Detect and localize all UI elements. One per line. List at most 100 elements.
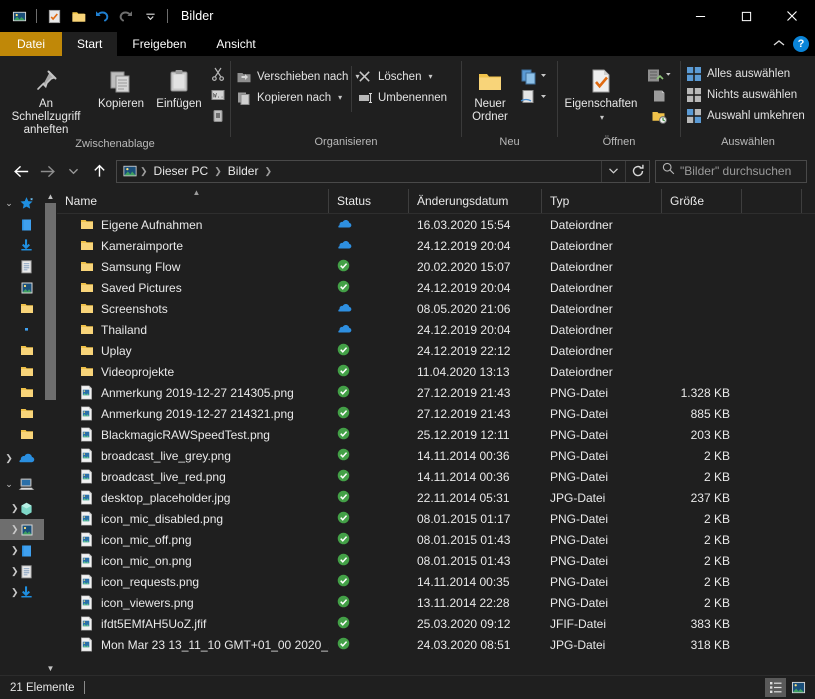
collapse-ribbon-icon[interactable] xyxy=(773,38,785,50)
table-row[interactable]: icon_mic_on.png 08.01.2015 01:43 PNG-Datei… xyxy=(57,550,815,571)
table-row[interactable]: Screenshots 08.05.2020 21:06 Dateiordner xyxy=(57,298,815,319)
table-row[interactable]: Videoprojekte 11.04.2020 13:13 Dateiordner xyxy=(57,361,815,382)
scroll-up-arrow-icon[interactable]: ▲ xyxy=(44,189,57,203)
table-row[interactable]: icon_mic_disabled.png 08.01.2015 01:17 PNG… xyxy=(57,508,815,529)
cell-name[interactable]: icon_viewers.png xyxy=(57,595,329,611)
nav-item-folder[interactable] xyxy=(0,382,44,403)
table-row[interactable]: ifdt5EMfAH5UoZ.jfif 25.03.2020 09:12 JFIF-… xyxy=(57,613,815,634)
address-dropdown-button[interactable] xyxy=(601,160,625,182)
table-row[interactable]: icon_requests.png 14.11.2014 00:35 PNG-Dat… xyxy=(57,571,815,592)
cell-name[interactable]: Mon Mar 23 13_11_10 GMT+01_00 2020_... xyxy=(57,637,329,653)
table-row[interactable]: icon_mic_off.png 08.01.2015 01:43 PNG-Date… xyxy=(57,529,815,550)
cell-name[interactable]: Screenshots xyxy=(57,301,329,317)
cut-icon[interactable] xyxy=(208,64,228,84)
chevron-down-icon[interactable]: ⌄ xyxy=(0,198,18,209)
cell-name[interactable]: icon_mic_disabled.png xyxy=(57,511,329,527)
tab-start[interactable]: Start xyxy=(62,32,118,56)
chevron-right-icon[interactable]: ❯ xyxy=(0,453,18,464)
table-row[interactable]: Kameraimporte 24.12.2019 20:04 Dateiordner xyxy=(57,235,815,256)
tab-freigeben[interactable]: Freigeben xyxy=(117,32,201,56)
cell-name[interactable]: Eigene Aufnahmen xyxy=(57,217,329,233)
cell-name[interactable]: icon_mic_on.png xyxy=(57,553,329,569)
maximize-button[interactable] xyxy=(723,0,769,32)
chevron-right-icon[interactable]: ❯ xyxy=(0,545,19,556)
large-icons-view-button[interactable] xyxy=(788,678,809,697)
table-row[interactable]: broadcast_live_red.png 14.11.2014 00:36 PN… xyxy=(57,466,815,487)
tab-datei[interactable]: Datei xyxy=(0,32,63,56)
nav-item-folder-small[interactable] xyxy=(0,319,44,340)
nav-item-documents-pc[interactable]: ❯ xyxy=(0,561,44,582)
breadcrumb-separator[interactable]: ❯ xyxy=(139,166,149,177)
nav-item-folder[interactable] xyxy=(0,361,44,382)
table-row[interactable]: BlackmagicRAWSpeedTest.png 25.12.2019 12:… xyxy=(57,424,815,445)
nav-item-onedrive[interactable]: ❯ xyxy=(0,445,44,471)
edit-icon[interactable] xyxy=(649,86,669,106)
pictures-library-icon[interactable] xyxy=(8,5,30,27)
nav-item-quick-access[interactable]: ⌄ xyxy=(0,193,44,214)
chevron-down-icon[interactable]: ▾ xyxy=(600,111,604,124)
details-view-button[interactable] xyxy=(765,678,786,697)
forward-button[interactable] xyxy=(34,158,60,184)
nav-item-pictures-selected[interactable]: ❯ xyxy=(0,519,44,540)
nav-item-pictures[interactable] xyxy=(0,277,44,298)
column-header-extra[interactable] xyxy=(742,189,802,213)
open-with-icon[interactable] xyxy=(644,65,674,85)
table-row[interactable]: Anmerkung 2019-12-27 214321.png 27.12.201… xyxy=(57,403,815,424)
rename-button[interactable]: Umbenennen xyxy=(352,87,457,108)
nav-item-folder[interactable] xyxy=(0,340,44,361)
table-row[interactable]: Samsung Flow 20.02.2020 15:07 Dateiordner xyxy=(57,256,815,277)
chevron-right-icon[interactable]: ❯ xyxy=(0,503,19,514)
select-all-button[interactable]: Alles auswählen xyxy=(681,63,811,84)
nav-item-onedrive-pc[interactable]: ❯ xyxy=(0,540,44,561)
undo-icon[interactable] xyxy=(91,5,113,27)
table-row[interactable]: Saved Pictures 24.12.2019 20:04 Dateiordne… xyxy=(57,277,815,298)
cell-name[interactable]: icon_mic_off.png xyxy=(57,532,329,548)
move-to-button[interactable]: Verschieben nach ▾ xyxy=(231,66,359,87)
column-header-name[interactable]: ▲ Name xyxy=(57,188,329,213)
help-button[interactable]: ? xyxy=(793,36,809,52)
back-button[interactable] xyxy=(8,158,34,184)
cell-name[interactable]: Anmerkung 2019-12-27 214321.png xyxy=(57,406,329,422)
select-none-button[interactable]: Nichts auswählen xyxy=(681,84,811,105)
paste-button[interactable]: Einfügen xyxy=(150,62,208,111)
easy-access-icon[interactable] xyxy=(518,87,550,107)
column-header-size[interactable]: Größe xyxy=(662,189,742,213)
invert-selection-button[interactable]: Auswahl umkehren xyxy=(681,105,811,126)
search-input[interactable]: "Bilder" durchsuchen xyxy=(680,164,791,178)
minimize-button[interactable] xyxy=(677,0,723,32)
history-icon[interactable] xyxy=(649,107,669,127)
table-row[interactable]: desktop_placeholder.jpg 22.11.2014 05:31 J… xyxy=(57,487,815,508)
customize-quick-access-caret-icon[interactable] xyxy=(139,5,161,27)
table-row[interactable]: Anmerkung 2019-12-27 214305.png 27.12.201… xyxy=(57,382,815,403)
properties-icon[interactable] xyxy=(43,5,65,27)
search-box[interactable]: "Bilder" durchsuchen xyxy=(655,159,807,183)
cell-name[interactable]: broadcast_live_red.png xyxy=(57,469,329,485)
column-header-date[interactable]: Änderungsdatum xyxy=(409,189,542,213)
nav-item-folder[interactable] xyxy=(0,298,44,319)
close-button[interactable] xyxy=(769,0,815,32)
breadcrumb-dieser-pc[interactable]: Dieser PC xyxy=(149,164,214,178)
breadcrumb-separator[interactable]: ❯ xyxy=(213,166,223,177)
cell-name[interactable]: Videoprojekte xyxy=(57,364,329,380)
copy-button[interactable]: Kopieren xyxy=(92,62,150,111)
properties-button[interactable]: Eigenschaften ▾ xyxy=(558,62,644,124)
pin-to-quick-access-button[interactable]: An Schnellzugriff anheften xyxy=(0,62,92,137)
recent-locations-button[interactable] xyxy=(60,158,86,184)
new-item-icon[interactable] xyxy=(518,66,550,86)
cell-name[interactable]: broadcast_live_grey.png xyxy=(57,448,329,464)
column-header-type[interactable]: Typ xyxy=(542,189,662,213)
cell-name[interactable]: Samsung Flow xyxy=(57,259,329,275)
table-row[interactable]: Mon Mar 23 13_11_10 GMT+01_00 2020_... 24… xyxy=(57,634,815,655)
paste-shortcut-icon[interactable] xyxy=(208,106,228,126)
nav-item-this-pc[interactable]: ⌄ xyxy=(0,471,44,498)
table-row[interactable]: icon_viewers.png 13.11.2014 22:28 PNG-Date… xyxy=(57,592,815,613)
nav-item-3d-objects[interactable]: ❯ xyxy=(0,498,44,519)
cell-name[interactable]: icon_requests.png xyxy=(57,574,329,590)
address-bar[interactable]: ❯ Dieser PC ❯ Bilder ❯ xyxy=(116,159,650,183)
cell-name[interactable]: desktop_placeholder.jpg xyxy=(57,490,329,506)
nav-item-folder[interactable] xyxy=(0,403,44,424)
cell-name[interactable]: BlackmagicRAWSpeedTest.png xyxy=(57,427,329,443)
chevron-down-icon[interactable]: ⌄ xyxy=(0,479,18,490)
table-row[interactable]: Eigene Aufnahmen 16.03.2020 15:54 Dateiord… xyxy=(57,214,815,235)
table-row[interactable]: Uplay 24.12.2019 22:12 Dateiordner xyxy=(57,340,815,361)
